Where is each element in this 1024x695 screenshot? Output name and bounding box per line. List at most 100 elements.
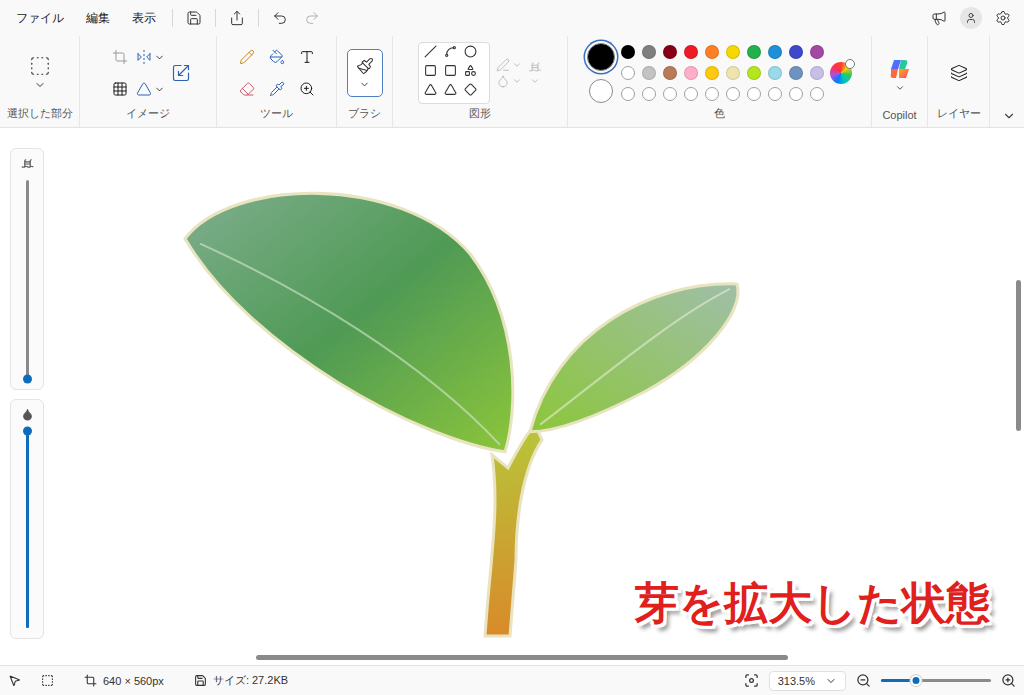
empty-swatch[interactable] [810,87,824,101]
empty-swatch[interactable] [621,66,635,80]
color-swatch[interactable] [684,45,698,59]
zoom-dropdown[interactable]: 313.5% [769,671,846,691]
primary-color[interactable] [587,43,615,71]
shape-size-button[interactable] [528,60,542,86]
chevron-icon [895,83,905,93]
paint-window: ファイル編集表示選択した部分イメージツールブラシ図形色Copilotレイヤー芽を… [0,0,1024,695]
megaphone-icon [931,10,947,26]
title-bar: ファイル編集表示 [0,0,1024,36]
brush-icon [356,57,374,75]
rotate-button[interactable] [136,49,165,65]
eraser-icon[interactable] [239,81,255,97]
color-swatch[interactable] [621,45,635,59]
save-button[interactable] [179,4,209,32]
zoom-out-icon[interactable] [856,673,871,688]
scroll-thumb[interactable] [256,655,788,660]
menu-item[interactable]: ファイル [6,6,74,31]
canvas-size-icon [84,674,97,687]
selection-group: 選択した部分 [0,36,80,127]
account-button[interactable] [956,4,986,32]
slider-thumb[interactable] [23,375,32,384]
fill-icon[interactable] [269,49,285,65]
color-swatch[interactable] [726,45,740,59]
flip-button[interactable] [136,81,165,97]
color-swatch[interactable] [747,66,761,80]
secondary-color[interactable] [589,79,613,103]
share-button[interactable] [222,4,252,32]
canvas[interactable]: 芽を拡大した状態 [50,128,1012,651]
color-swatch[interactable] [726,66,740,80]
fill-button[interactable] [496,74,522,88]
group-label: ツール [217,106,336,127]
redo-icon [304,10,320,26]
empty-swatch[interactable] [684,87,698,101]
color-swatch[interactable] [789,66,803,80]
magnifier-icon[interactable] [299,81,315,97]
redo-button[interactable] [297,4,327,32]
copilot-icon[interactable] [888,57,912,81]
empty-swatch[interactable] [663,87,677,101]
empty-swatch[interactable] [726,87,740,101]
color-swatch[interactable] [810,45,824,59]
group-label: 色 [568,106,871,127]
sprout-picture [50,128,1012,651]
ribbon: 選択した部分イメージツールブラシ図形色Copilotレイヤー [0,36,1024,128]
shapes-gallery[interactable] [418,42,490,104]
feedback-button[interactable] [924,4,954,32]
outline-button[interactable] [496,58,522,72]
menu-item[interactable]: 編集 [76,6,120,31]
vertical-scrollbar[interactable] [1012,128,1024,651]
pixelate-icon[interactable] [112,81,128,97]
empty-swatch[interactable] [789,87,803,101]
crop-icon[interactable] [112,49,128,65]
select-button[interactable] [29,55,51,91]
undo-button[interactable] [265,4,295,32]
fit-to-window-icon[interactable] [744,673,759,688]
color-swatch[interactable] [663,45,677,59]
layers-icon[interactable] [950,64,968,82]
chevron-icon [359,79,370,90]
avatar [960,7,982,29]
chevron-icon [512,60,522,70]
color-swatch[interactable] [642,45,656,59]
menu-item[interactable]: 表示 [122,6,166,31]
text-icon[interactable] [299,49,315,65]
color-swatch[interactable] [810,66,824,80]
edit-colors-button[interactable] [830,62,852,84]
empty-swatch[interactable] [642,87,656,101]
pencil-icon[interactable] [239,49,255,65]
color-swatch[interactable] [768,66,782,80]
slider-thumb[interactable] [23,427,32,436]
pointer-icon [8,674,21,687]
color-swatch[interactable] [705,66,719,80]
color-swatch[interactable] [642,66,656,80]
slider-thumb[interactable] [911,675,922,686]
color-swatch[interactable] [789,45,803,59]
fill-style-icon [496,74,510,88]
zoom-in-icon[interactable] [1001,673,1016,688]
horizontal-scrollbar[interactable] [0,651,1024,665]
color-swatch[interactable] [747,45,761,59]
scroll-thumb[interactable] [1016,280,1021,432]
plus-badge [845,59,855,69]
gear-icon [995,10,1011,26]
color-swatch[interactable] [684,66,698,80]
empty-swatch[interactable] [705,87,719,101]
color-picker-icon[interactable] [269,81,285,97]
expand-ribbon-button[interactable] [990,36,1024,127]
brush-sliders [0,128,50,651]
color-swatch[interactable] [705,45,719,59]
color-swatch[interactable] [663,66,677,80]
color-swatch[interactable] [768,45,782,59]
zoom-slider[interactable] [881,679,991,682]
settings-button[interactable] [988,4,1018,32]
opacity-slider[interactable] [10,399,44,639]
rotate-icon [136,49,152,65]
color-palette [621,45,824,101]
empty-swatch[interactable] [747,87,761,101]
empty-swatch[interactable] [768,87,782,101]
empty-swatch[interactable] [621,87,635,101]
brush-button[interactable] [347,49,383,97]
size-slider[interactable] [10,148,44,390]
resize-icon[interactable] [171,63,191,83]
